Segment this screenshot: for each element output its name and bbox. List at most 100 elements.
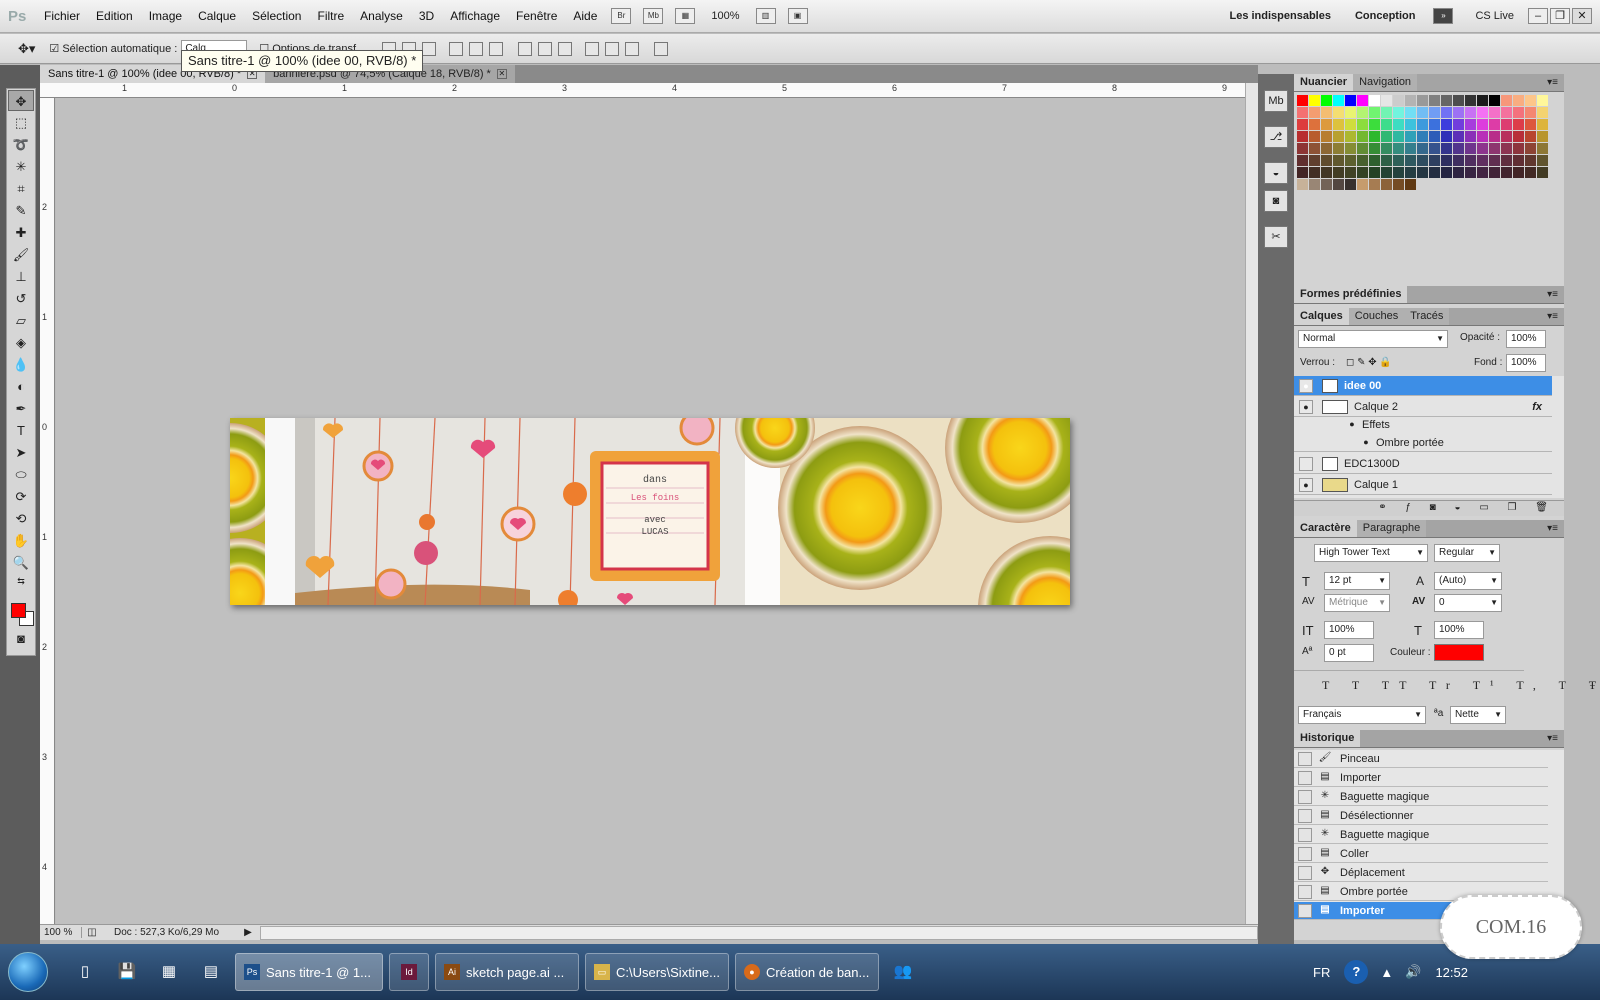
color-swatch[interactable] xyxy=(1405,179,1416,190)
color-swatch[interactable] xyxy=(1393,167,1404,178)
color-swatch[interactable] xyxy=(1465,107,1476,118)
distribute-vcenter-icon[interactable] xyxy=(538,41,553,56)
color-swatch[interactable] xyxy=(1453,155,1464,166)
marquee-tool-icon[interactable]: ⬚ xyxy=(8,112,34,133)
panel-menu-icon[interactable]: ▾≡ xyxy=(1547,308,1564,325)
color-swatch[interactable] xyxy=(1405,131,1416,142)
screen-mode-icon[interactable]: ▣ xyxy=(787,8,808,24)
color-swatch[interactable] xyxy=(1369,143,1380,154)
panel-menu-icon[interactable]: ▾≡ xyxy=(1547,74,1564,91)
vertical-scale-field[interactable]: 100% xyxy=(1324,621,1374,639)
color-swatch[interactable] xyxy=(1333,119,1344,130)
eye-icon[interactable]: ● xyxy=(1299,477,1313,492)
color-swatch[interactable] xyxy=(1309,155,1320,166)
color-swatch[interactable] xyxy=(1513,95,1524,106)
history-item[interactable]: 🖌 Pinceau xyxy=(1294,750,1548,768)
color-swatch[interactable] xyxy=(1345,95,1356,106)
effects-row[interactable]: ● Effets xyxy=(1294,416,1552,434)
extras-icon[interactable]: ▦ xyxy=(675,8,696,24)
color-swatch[interactable] xyxy=(1513,131,1524,142)
color-swatch[interactable] xyxy=(1357,155,1368,166)
minibridge-panel-icon[interactable]: Mb xyxy=(1264,90,1288,112)
eraser-tool-icon[interactable]: ▱ xyxy=(8,310,34,331)
menu-fenetre[interactable]: Fenêtre xyxy=(508,9,565,23)
color-swatch[interactable] xyxy=(1441,107,1452,118)
color-swatch[interactable] xyxy=(1441,167,1452,178)
color-swatch[interactable] xyxy=(1441,143,1452,154)
color-swatch[interactable] xyxy=(1369,131,1380,142)
color-swatch[interactable] xyxy=(1393,107,1404,118)
panel-menu-icon[interactable]: ▾≡ xyxy=(1547,286,1564,303)
menu-affichage[interactable]: Affichage xyxy=(442,9,508,23)
color-swatch[interactable] xyxy=(1357,179,1368,190)
distribute-hcenter-icon[interactable] xyxy=(605,41,620,56)
panel-menu-icon[interactable]: ▾≡ xyxy=(1547,520,1564,537)
color-swatch[interactable] xyxy=(1477,155,1488,166)
help-icon[interactable]: ? xyxy=(1344,960,1369,984)
color-swatch[interactable] xyxy=(1489,107,1500,118)
close-tab-icon[interactable]: ✕ xyxy=(496,69,507,79)
shape-tool-icon[interactable]: ⬭ xyxy=(8,464,34,485)
color-swatch[interactable] xyxy=(1369,95,1380,106)
horizontal-ruler[interactable]: 1 0 1 2 3 4 5 6 7 8 9 xyxy=(40,83,1245,98)
distribute-right-icon[interactable] xyxy=(625,41,640,56)
healing-brush-tool-icon[interactable]: ✚ xyxy=(8,222,34,243)
color-swatch[interactable] xyxy=(1381,131,1392,142)
layer-row[interactable]: ● Calque 1 xyxy=(1294,475,1552,495)
fill-field[interactable]: 100% xyxy=(1506,354,1546,372)
color-swatch[interactable] xyxy=(1537,119,1548,130)
menu-calque[interactable]: Calque xyxy=(190,9,244,23)
color-swatch[interactable] xyxy=(1489,119,1500,130)
color-swatch[interactable] xyxy=(1525,131,1536,142)
restore-icon[interactable]: ❐ xyxy=(1550,8,1570,24)
color-swatch[interactable] xyxy=(1465,155,1476,166)
lock-icons[interactable]: ◻ ✎ ✥ 🔒 xyxy=(1346,357,1392,368)
blur-tool-icon[interactable]: 💧 xyxy=(8,354,34,375)
auto-align-icon[interactable] xyxy=(654,41,669,56)
history-item[interactable]: ✳ Baguette magique xyxy=(1294,788,1548,806)
menu-image[interactable]: Image xyxy=(141,9,190,23)
color-swatch[interactable] xyxy=(1501,167,1512,178)
color-swatch[interactable] xyxy=(1417,131,1428,142)
color-swatch[interactable] xyxy=(1429,107,1440,118)
color-swatch[interactable] xyxy=(1345,179,1356,190)
word-quicklaunch-icon[interactable]: ▤ xyxy=(198,959,224,985)
crop-tool-icon[interactable]: ⌗ xyxy=(8,178,34,199)
color-swatch[interactable] xyxy=(1405,107,1416,118)
color-swatch[interactable] xyxy=(1333,167,1344,178)
color-swatch[interactable] xyxy=(1297,167,1308,178)
tab-channels[interactable]: Couches xyxy=(1348,308,1405,325)
dodge-tool-icon[interactable]: ◐ xyxy=(8,376,34,397)
workspace-design[interactable]: Conception xyxy=(1355,10,1416,22)
color-swatch[interactable] xyxy=(1321,119,1332,130)
color-swatch[interactable] xyxy=(1525,155,1536,166)
explorer-quicklaunch-icon[interactable]: ▯ xyxy=(72,959,98,985)
color-swatch[interactable] xyxy=(1297,143,1308,154)
color-swatch[interactable] xyxy=(1405,167,1416,178)
tab-paths[interactable]: Tracés xyxy=(1404,308,1450,325)
move-tool-preset-icon[interactable]: ✥▾ xyxy=(18,41,35,57)
foreground-color-swatch[interactable] xyxy=(11,603,26,618)
color-swatch[interactable] xyxy=(1441,155,1452,166)
move-tool-icon[interactable]: ✥ xyxy=(8,90,34,111)
kerning-field[interactable]: Métrique xyxy=(1324,594,1390,612)
arrange-documents-icon[interactable]: ▥ xyxy=(755,8,776,24)
color-swatch[interactable] xyxy=(1345,131,1356,142)
color-swatch[interactable] xyxy=(1525,119,1536,130)
color-swatch[interactable] xyxy=(1429,119,1440,130)
color-swatch[interactable] xyxy=(1333,95,1344,106)
auto-select-checkbox[interactable]: ☑ Sélection automatique : xyxy=(49,42,177,55)
horizontal-scrollbar[interactable] xyxy=(260,925,1258,940)
minimize-icon[interactable]: – xyxy=(1528,8,1548,24)
color-swatch[interactable] xyxy=(1417,119,1428,130)
task-illustrator[interactable]: Ai sketch page.ai ... xyxy=(435,953,579,991)
color-swatch[interactable] xyxy=(1537,155,1548,166)
pen-tool-icon[interactable]: ✒ xyxy=(8,398,34,419)
swap-colors-icon[interactable]: ⇆ xyxy=(8,574,34,588)
align-bottom-icon[interactable] xyxy=(422,41,437,56)
brush-tool-icon[interactable]: 🖌 xyxy=(8,244,34,265)
3d-rotate-tool-icon[interactable]: ⟳ xyxy=(8,486,34,507)
color-swatch[interactable] xyxy=(1441,119,1452,130)
task-indesign[interactable]: Id xyxy=(389,953,429,991)
color-swatch[interactable] xyxy=(1381,167,1392,178)
